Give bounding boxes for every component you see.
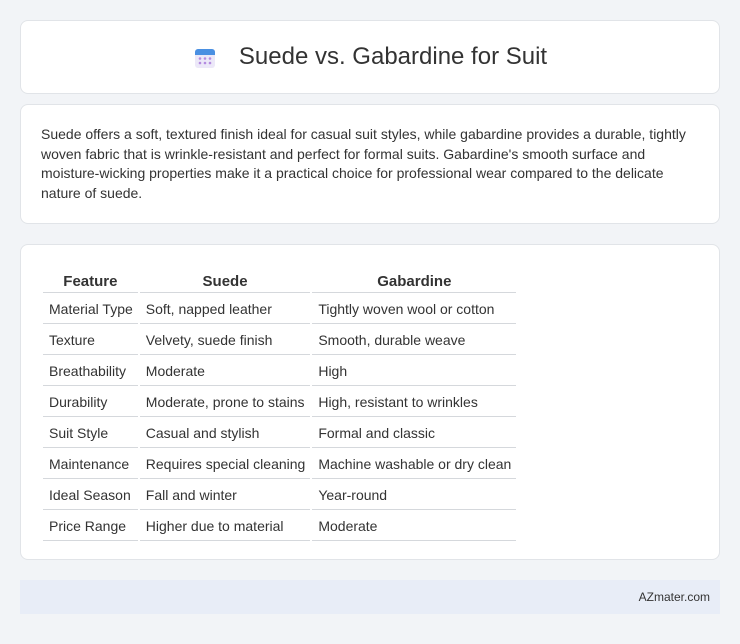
row-gabardine: Year-round <box>312 481 517 510</box>
calendar-icon <box>194 49 215 68</box>
comparison-table-card: Feature Suede Gabardine Material Type So… <box>20 244 720 560</box>
table-row: Texture Velvety, suede finish Smooth, du… <box>43 326 517 355</box>
table-row: Ideal Season Fall and winter Year-round <box>43 481 517 510</box>
row-suede: Higher due to material <box>139 512 311 541</box>
header-suede: Suede <box>139 269 311 293</box>
comparison-table: Feature Suede Gabardine Material Type So… <box>41 267 518 543</box>
row-feature: Maintenance <box>43 450 138 479</box>
row-feature: Breathability <box>43 357 138 386</box>
row-feature: Suit Style <box>43 419 138 448</box>
row-suede: Soft, napped leather <box>139 295 311 324</box>
header-feature: Feature <box>43 269 138 293</box>
row-suede: Requires special cleaning <box>139 450 311 479</box>
row-gabardine: Moderate <box>312 512 517 541</box>
table-row: Suit Style Casual and stylish Formal and… <box>43 419 517 448</box>
table-row: Breathability Moderate High <box>43 357 517 386</box>
row-feature: Texture <box>43 326 138 355</box>
row-gabardine: Smooth, durable weave <box>312 326 517 355</box>
footer-bar: AZmater.com <box>20 580 720 614</box>
row-suede: Velvety, suede finish <box>139 326 311 355</box>
row-feature: Durability <box>43 388 138 417</box>
header-gabardine: Gabardine <box>312 269 517 293</box>
row-gabardine: Machine washable or dry clean <box>312 450 517 479</box>
title-card: Suede vs. Gabardine for Suit <box>20 20 720 94</box>
row-feature: Price Range <box>43 512 138 541</box>
description-text: Suede offers a soft, textured finish ide… <box>41 126 686 201</box>
table-row: Durability Moderate, prone to stains Hig… <box>43 388 517 417</box>
footer-brand[interactable]: AZmater.com <box>639 590 710 604</box>
table-row: Price Range Higher due to material Moder… <box>43 512 517 541</box>
row-feature: Material Type <box>43 295 138 324</box>
row-gabardine: Formal and classic <box>312 419 517 448</box>
row-suede: Moderate, prone to stains <box>139 388 311 417</box>
row-suede: Casual and stylish <box>139 419 311 448</box>
row-suede: Fall and winter <box>139 481 311 510</box>
row-feature: Ideal Season <box>43 481 138 510</box>
table-header-row: Feature Suede Gabardine <box>43 269 517 293</box>
page-title: Suede vs. Gabardine for Suit <box>238 43 548 70</box>
row-gabardine: Tightly woven wool or cotton <box>312 295 517 324</box>
description-card: Suede offers a soft, textured finish ide… <box>20 104 720 224</box>
table-row: Maintenance Requires special cleaning Ma… <box>43 450 517 479</box>
row-gabardine: High <box>312 357 517 386</box>
table-row: Material Type Soft, napped leather Tight… <box>43 295 517 324</box>
row-suede: Moderate <box>139 357 311 386</box>
row-gabardine: High, resistant to wrinkles <box>312 388 517 417</box>
